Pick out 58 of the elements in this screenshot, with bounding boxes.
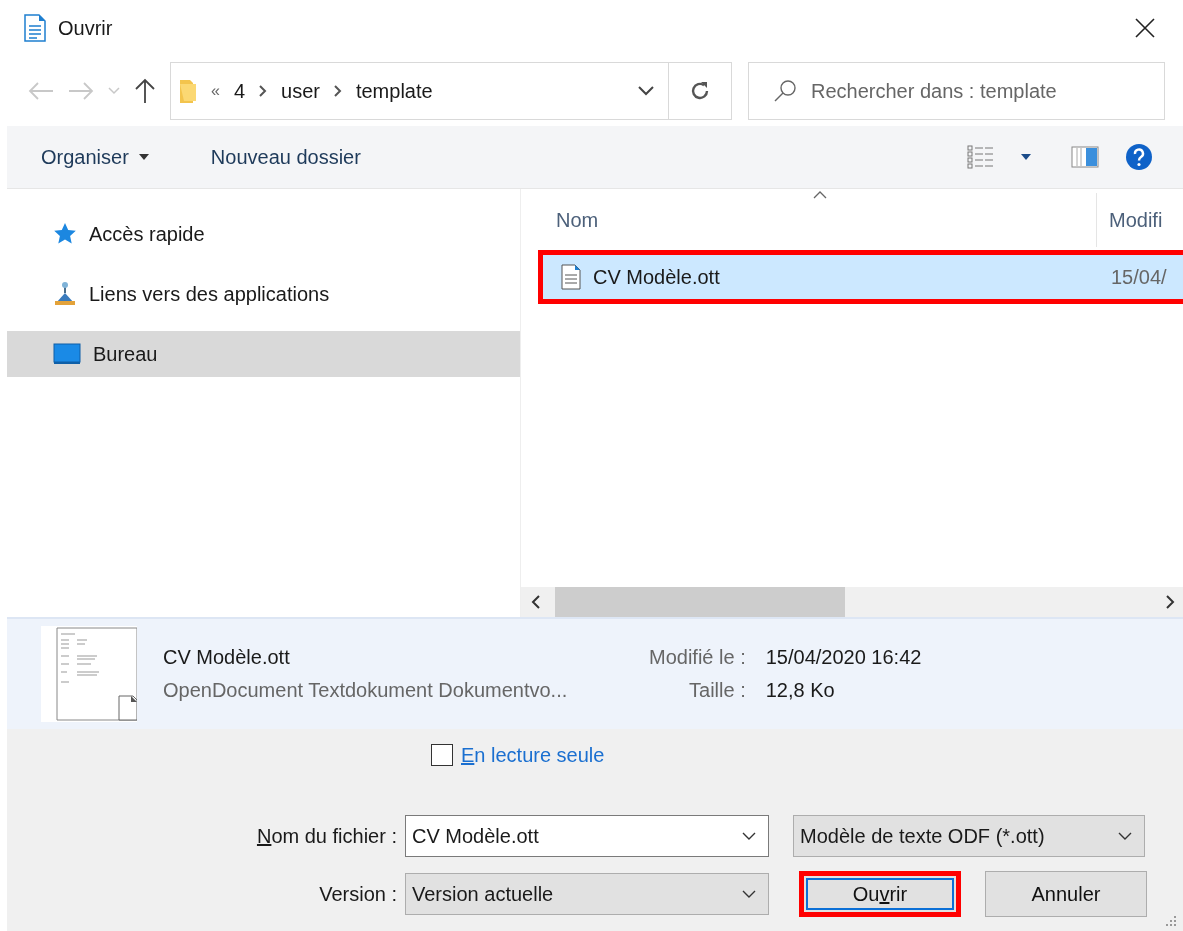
search-icon xyxy=(773,79,797,103)
file-date: 15/04/ xyxy=(1111,265,1167,289)
open-button[interactable]: Ouvrir xyxy=(799,871,961,917)
organize-menu-button[interactable]: Organiser xyxy=(33,137,157,177)
dropdown-caret-icon xyxy=(138,154,149,160)
desktop-icon xyxy=(53,343,81,365)
file-name: CV Modèle.ott xyxy=(163,646,291,669)
chevron-down-icon xyxy=(742,890,756,898)
version-dropdown[interactable]: Version actuelle xyxy=(405,873,769,915)
folder-icon xyxy=(179,78,197,104)
preview-pane-icon[interactable] xyxy=(1071,146,1099,168)
close-icon[interactable] xyxy=(1135,18,1155,38)
chevron-down-icon[interactable] xyxy=(638,86,654,96)
document-icon xyxy=(561,264,581,290)
file-name-label: Nom du fichier : xyxy=(255,824,397,848)
chevron-right-icon xyxy=(259,85,268,97)
chevron-down-icon xyxy=(742,832,756,840)
read-only-label[interactable]: En lecture seule xyxy=(461,743,605,767)
sidebar-item[interactable]: Liens vers des applications xyxy=(7,271,520,317)
file-type-dropdown[interactable]: Modèle de texte ODF (*.ott) xyxy=(793,815,1145,857)
sidebar-item[interactable]: Accès rapide xyxy=(7,211,520,257)
scroll-left-icon[interactable] xyxy=(531,595,541,609)
help-icon[interactable] xyxy=(1125,143,1153,171)
window-title: Ouvrir xyxy=(58,16,113,40)
address-bar[interactable]: « 4 user template xyxy=(170,62,732,120)
search-field[interactable]: Rechercher dans : template xyxy=(748,62,1165,120)
detail-label: Modifié le : xyxy=(649,646,746,669)
breadcrumb-item[interactable]: template xyxy=(355,79,433,103)
column-header[interactable]: Nom xyxy=(521,193,1097,247)
view-list-icon[interactable] xyxy=(967,145,995,169)
breadcrumb-item[interactable]: 4 xyxy=(233,79,246,103)
file-name: CV Modèle.ott xyxy=(593,265,721,289)
refresh-icon xyxy=(689,80,711,102)
cancel-button[interactable]: Annuler xyxy=(985,871,1147,917)
breadcrumb-item[interactable]: user xyxy=(281,79,320,103)
scrollbar-thumb[interactable] xyxy=(555,587,845,617)
detail-value: 12,8 Ko xyxy=(765,679,836,702)
document-icon xyxy=(24,14,46,42)
horizontal-scrollbar[interactable] xyxy=(521,587,1183,617)
version-label: Version : xyxy=(318,882,397,906)
new-folder-button[interactable]: Nouveau dossier xyxy=(202,137,369,177)
file-type: OpenDocument Textdokument Dokumentvo... xyxy=(163,679,569,702)
chevron-down-icon xyxy=(1118,832,1132,840)
detail-value: 15/04/2020 16:42 xyxy=(765,646,922,669)
dropdown-caret-icon[interactable] xyxy=(1021,154,1031,160)
apps-icon xyxy=(53,281,77,307)
overflow-chevron-icon[interactable]: « xyxy=(211,82,220,100)
column-header[interactable]: Modifi xyxy=(1097,208,1163,232)
detail-label: Taille : xyxy=(688,679,746,702)
star-icon xyxy=(53,222,77,246)
read-only-checkbox[interactable] xyxy=(431,744,453,766)
scroll-right-icon[interactable] xyxy=(1165,595,1175,609)
resize-grip-icon[interactable] xyxy=(1165,915,1177,927)
up-arrow-icon[interactable] xyxy=(134,78,156,104)
sidebar-item[interactable]: Bureau xyxy=(7,331,520,377)
chevron-right-icon xyxy=(333,85,342,97)
file-name-field[interactable]: CV Modèle.ott xyxy=(405,815,769,857)
sort-ascending-icon xyxy=(813,191,827,199)
